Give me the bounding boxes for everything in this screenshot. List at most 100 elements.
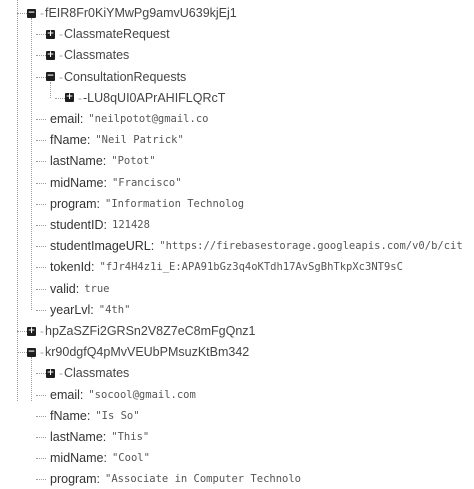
connector-dash: - bbox=[40, 324, 44, 338]
connector-dash: - bbox=[59, 27, 63, 42]
expand-icon[interactable]: + bbox=[46, 29, 55, 39]
field-value[interactable]: "Francisco" bbox=[112, 177, 182, 189]
key-value-separator: : bbox=[90, 302, 94, 317]
field-value[interactable]: true bbox=[84, 283, 109, 295]
key-value-separator: : bbox=[103, 175, 107, 190]
field-value[interactable]: "Neil Patrick" bbox=[95, 134, 184, 146]
tree-node-content: studentID:121428 bbox=[46, 215, 150, 235]
tree-node-content: tokenId: "fJr4H4z1i_E:APA91bGz3q4oKTdh17A… bbox=[46, 257, 403, 277]
tree-guide-line bbox=[36, 309, 46, 311]
key-value-separator: : bbox=[103, 218, 107, 232]
key-value-separator: : bbox=[75, 281, 80, 296]
connector-dash: - bbox=[40, 6, 44, 20]
node-key[interactable]: hpZaSZFi2GRSn2V8Z7eC8mFgQnz1 bbox=[45, 324, 256, 338]
field-key[interactable]: yearLvl bbox=[50, 303, 90, 317]
tree-leaf[interactable]: tokenId: "fJr4H4z1i_E:APA91bGz3q4oKTdh17A… bbox=[0, 257, 474, 277]
node-key[interactable]: -LU8qUI0APrAHIFLQRcT bbox=[83, 91, 225, 105]
tree-leaf[interactable]: email: "neilpotot@gmail.co bbox=[0, 109, 474, 129]
tree-leaf[interactable]: valid: true bbox=[0, 279, 474, 299]
tree-node[interactable]: + - Classmates bbox=[0, 45, 474, 65]
expand-icon[interactable]: + bbox=[27, 326, 36, 336]
node-key[interactable]: kr90dgfQ4pMvVEUbPMsuzKtBm342 bbox=[45, 345, 249, 359]
field-key[interactable]: studentID bbox=[50, 218, 104, 232]
tree-node[interactable]: − - fEIR8Fr0KiYMwPg9amvU639kjEj1 bbox=[0, 3, 474, 23]
key-value-separator: : bbox=[96, 196, 101, 211]
tree-node[interactable]: + - Classmates bbox=[0, 363, 474, 383]
tree-leaf[interactable]: fName: "Neil Patrick" bbox=[0, 130, 474, 150]
field-value[interactable]: "4th" bbox=[99, 304, 131, 316]
field-key[interactable]: email bbox=[50, 388, 80, 402]
field-value[interactable]: "fJr4H4z1i_E:APA91bGz3q4oKTdh17AvSgBhTkp… bbox=[100, 261, 403, 273]
collapse-icon[interactable]: − bbox=[46, 72, 55, 82]
tree-leaf[interactable]: email: "socool@gmail.com bbox=[0, 385, 474, 405]
field-key[interactable]: tokenId bbox=[50, 260, 91, 274]
field-key[interactable]: email bbox=[50, 112, 80, 126]
node-key[interactable]: ClassmateRequest bbox=[64, 27, 170, 41]
field-key[interactable]: midName bbox=[50, 451, 104, 465]
field-key[interactable]: studentImageURL bbox=[50, 239, 151, 253]
tree-guide-line bbox=[36, 225, 46, 226]
collapse-icon[interactable]: − bbox=[27, 347, 36, 357]
key-value-separator: : bbox=[103, 451, 107, 466]
field-value[interactable]: "Associate in Computer Technolo bbox=[105, 473, 301, 485]
field-value[interactable]: "Information Technolog bbox=[105, 198, 244, 210]
tree-guide-line bbox=[36, 415, 46, 417]
tree-node[interactable]: + - hpZaSZFi2GRSn2V8Z7eC8mFgQnz1 bbox=[0, 321, 474, 341]
node-key[interactable]: Classmates bbox=[64, 366, 129, 380]
tree-node-content: + - Classmates bbox=[46, 45, 129, 65]
tree-node[interactable]: − - kr90dgfQ4pMvVEUbPMsuzKtBm342 bbox=[0, 342, 474, 362]
field-key[interactable]: midName bbox=[50, 176, 104, 190]
field-value[interactable]: "This" bbox=[111, 431, 149, 443]
tree-leaf[interactable]: studentID:121428 bbox=[0, 215, 474, 235]
tree-guide-line bbox=[17, 0, 18, 401]
key-value-separator: : bbox=[79, 387, 84, 402]
tree-node-content: email: "socool@gmail.com bbox=[46, 385, 196, 405]
field-value[interactable]: "Is So" bbox=[95, 410, 139, 422]
field-value[interactable]: "Cool" bbox=[112, 452, 150, 464]
field-value[interactable]: "https://firebasestorage.googleapis.com/… bbox=[159, 240, 462, 252]
tree-leaf[interactable]: program: "Information Technolog bbox=[0, 194, 474, 214]
tree-guide-line bbox=[36, 437, 46, 438]
tree-leaf[interactable]: lastName: "Potot" bbox=[0, 151, 474, 171]
tree-leaf[interactable]: program: "Associate in Computer Technolo bbox=[0, 469, 474, 489]
tree-node[interactable]: + - -LU8qUI0APrAHIFLQRcT bbox=[0, 88, 474, 108]
tree-node[interactable]: − - ConsultationRequests bbox=[0, 67, 474, 87]
field-key[interactable]: valid bbox=[50, 282, 76, 296]
tree-guide-line bbox=[36, 140, 46, 142]
node-key[interactable]: ConsultationRequests bbox=[64, 70, 186, 84]
tree-guide-line bbox=[55, 97, 65, 99]
field-value[interactable]: 121428 bbox=[112, 219, 150, 231]
field-key[interactable]: program bbox=[50, 472, 97, 486]
key-value-separator: : bbox=[86, 133, 91, 148]
node-key[interactable]: fEIR8Fr0KiYMwPg9amvU639kjEj1 bbox=[45, 6, 237, 20]
expand-icon[interactable]: + bbox=[46, 50, 55, 60]
node-key[interactable]: Classmates bbox=[64, 48, 129, 62]
expand-icon[interactable]: + bbox=[65, 93, 74, 103]
tree-guide-line bbox=[36, 458, 46, 460]
tree-node[interactable]: + - ClassmateRequest bbox=[0, 24, 474, 44]
tree-node-content: program: "Information Technolog bbox=[46, 194, 244, 214]
tree-leaf[interactable]: studentImageURL: "https://firebasestorage… bbox=[0, 236, 474, 256]
field-key[interactable]: lastName bbox=[50, 430, 103, 444]
tree-leaf[interactable]: fName: "Is So" bbox=[0, 406, 474, 426]
field-key[interactable]: lastName bbox=[50, 154, 103, 168]
tree-guide-line bbox=[36, 34, 46, 36]
field-key[interactable]: program bbox=[50, 197, 97, 211]
tree-node-content: + - ClassmateRequest bbox=[46, 24, 170, 44]
expand-icon[interactable]: + bbox=[46, 368, 55, 378]
tree-guide-line bbox=[36, 373, 46, 375]
tree-guide-line bbox=[17, 352, 27, 354]
connector-dash: - bbox=[40, 345, 44, 360]
field-value[interactable]: "neilpotot@gmail.co bbox=[88, 113, 208, 125]
connector-dash: - bbox=[59, 366, 63, 381]
collapse-icon[interactable]: − bbox=[27, 8, 36, 18]
field-key[interactable]: fName bbox=[50, 409, 87, 423]
field-value[interactable]: "Potot" bbox=[111, 155, 155, 167]
tree-leaf[interactable]: midName: "Cool" bbox=[0, 448, 474, 468]
tree-guide-line bbox=[17, 331, 27, 332]
field-key[interactable]: fName bbox=[50, 133, 87, 147]
tree-leaf[interactable]: midName: "Francisco" bbox=[0, 173, 474, 193]
tree-leaf[interactable]: yearLvl: "4th" bbox=[0, 300, 474, 320]
tree-leaf[interactable]: lastName: "This" bbox=[0, 427, 474, 447]
field-value[interactable]: "socool@gmail.com bbox=[88, 389, 195, 401]
